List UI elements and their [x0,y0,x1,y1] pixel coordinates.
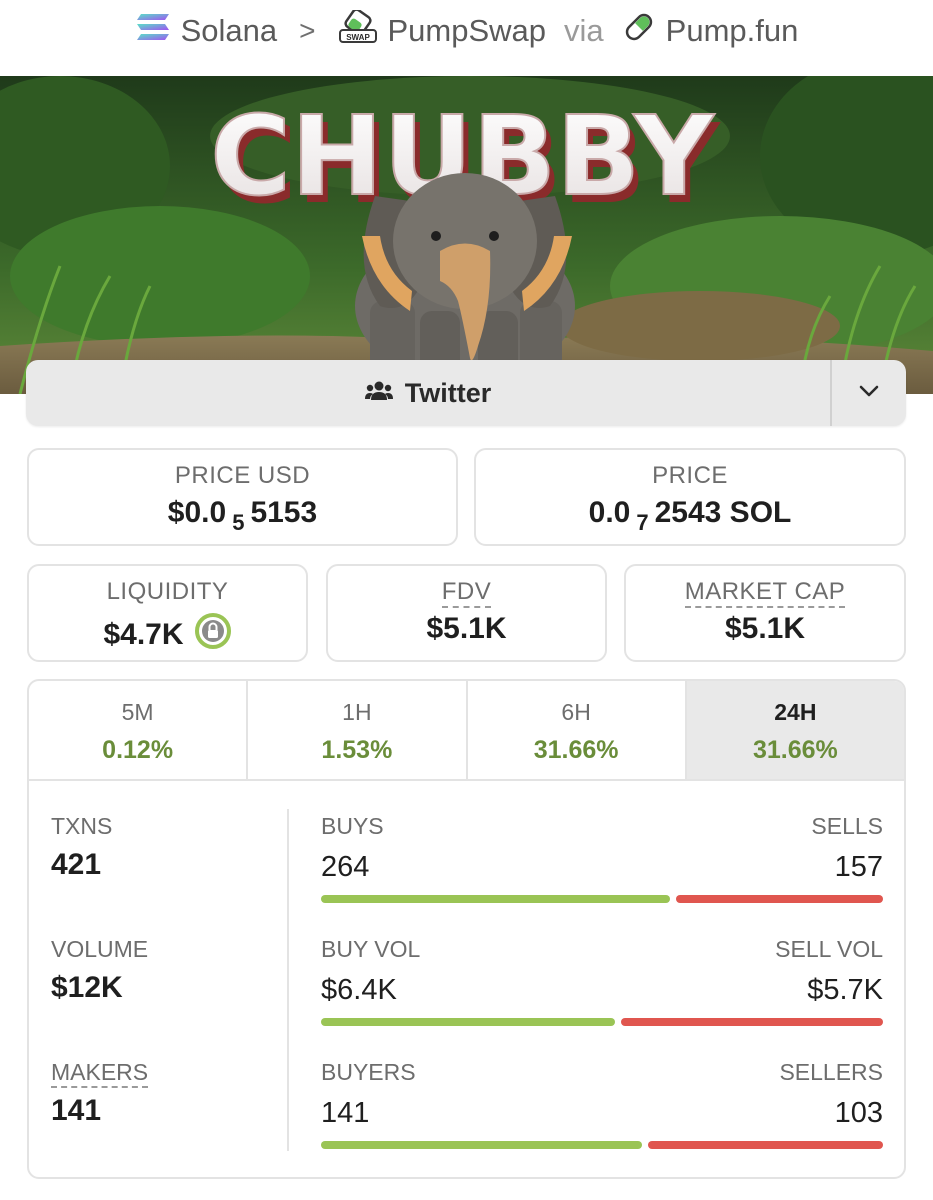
buyers-value: 141 [321,1097,370,1129]
tab-24h-change: 31.66% [752,736,838,764]
fdv-value: $5.1K [426,612,507,645]
solana-logo-icon [135,12,171,50]
buyers-bar-fill [321,1141,642,1149]
buy-sell-volume-bar [321,1018,883,1026]
liquidity-value-row: $4.7K [29,612,306,658]
price-native-prefix: 0.0 [588,496,631,529]
social-more-dropdown[interactable] [830,360,906,426]
tab-6h[interactable]: 6H 31.66% [468,681,687,779]
twitter-button[interactable]: Twitter [26,360,830,426]
sells-label: SELLS [811,813,883,839]
social-links-bar: Twitter [26,360,906,426]
breadcrumb: Solana > SWAP PumpSwap via Pump.fun [0,0,933,62]
makers-stat: MAKERS 141 [51,1059,271,1128]
market-cap-label-wrap: MARKET CAP [626,578,904,608]
price-usd-zero-count: 5 [232,510,245,535]
sell-vol-value: $5.7K [807,974,883,1006]
tab-5m-change: 0.12% [102,736,174,764]
twitter-button-label: Twitter [404,377,492,408]
liquidity-label: LIQUIDITY [106,578,229,605]
sells-bar-fill [676,895,883,903]
stats-card: 5M 0.12% 1H 1.53% 6H 31.66% 24H 31.66% T… [27,679,906,1179]
price-usd-label: PRICE USD [174,462,311,489]
buyers-sellers-row: BUYERS SELLERS 141 103 [321,1059,883,1159]
sell-vol-bar-fill [621,1018,883,1026]
tab-6h-change: 31.66% [533,736,619,764]
breadcrumb-separator: > [299,15,316,46]
txns-stat: TXNS 421 [51,813,271,882]
stats-divider [287,809,289,1151]
volume-label: VOLUME [51,936,149,962]
makers-label[interactable]: MAKERS [51,1059,149,1088]
sellers-bar-fill [648,1141,883,1149]
sell-vol-label: SELL VOL [775,936,883,962]
buys-value: 264 [321,851,370,883]
buy-vol-value: $6.4K [321,974,397,1006]
breadcrumb-dex[interactable]: PumpSwap [388,13,547,49]
tab-24h[interactable]: 24H 31.66% [686,681,904,779]
community-icon [364,378,393,409]
tab-1h[interactable]: 1H 1.53% [248,681,468,779]
price-native-digits: 2543 SOL [654,496,792,529]
tab-1h-label: 1H [342,699,372,725]
price-native-box: PRICE 0.0 7 2543 SOL [474,448,906,546]
buy-vol-label: BUY VOL [321,936,421,962]
token-banner-image: CHUBBY CHUBBY [0,76,933,394]
price-native-label: PRICE [652,462,728,489]
buys-label: BUYS [321,813,384,839]
pumpswap-logo-text: SWAP [346,33,370,42]
txns-value: 421 [51,848,102,881]
makers-value: 141 [51,1094,102,1127]
txns-label: TXNS [51,813,113,839]
makers-label-wrap: MAKERS [51,1059,271,1088]
market-cap-label[interactable]: MARKET CAP [684,578,846,608]
buy-sell-volume-row: BUY VOL SELL VOL $6.4K $5.7K [321,936,883,1036]
price-usd-prefix: $0.0 [167,496,227,529]
timeframe-tabs: 5M 0.12% 1H 1.53% 6H 31.66% 24H 31.66% [29,681,904,781]
buys-sells-bar [321,895,883,903]
tab-1h-change: 1.53% [321,736,393,764]
market-cap-box: MARKET CAP $5.1K [624,564,906,662]
lock-icon[interactable] [194,612,232,658]
buyers-label: BUYERS [321,1059,416,1085]
buyers-sellers-bar [321,1141,883,1149]
price-native-zero-count: 7 [636,510,649,535]
volume-stat: VOLUME $12K [51,936,271,1005]
tab-5m[interactable]: 5M 0.12% [29,681,249,779]
chevron-down-icon [859,384,879,402]
fdv-label-wrap: FDV [328,578,605,608]
volume-value: $12K [51,971,123,1004]
sellers-label: SELLERS [779,1059,883,1085]
pumpfun-pill-icon [622,10,656,52]
liquidity-value: $4.7K [103,618,184,651]
sells-value: 157 [834,851,883,883]
elephant-illustration [355,173,575,381]
buys-sells-row: BUYS SELLS 264 157 [321,813,883,913]
breadcrumb-chain[interactable]: Solana [181,13,278,49]
price-usd-value: $0.0 5 5153 [29,496,456,535]
stats-rows: TXNS 421 VOLUME $12K MAKERS 141 BUYS SEL… [29,781,904,1177]
sellers-value: 103 [834,1097,883,1129]
tab-24h-label: 24H [774,699,817,725]
tab-5m-label: 5M [121,699,154,725]
breadcrumb-via: via [564,13,604,48]
buys-bar-fill [321,895,670,903]
fdv-label[interactable]: FDV [441,578,492,608]
market-cap-value: $5.1K [724,612,806,645]
liquidity-box: LIQUIDITY $4.7K [27,564,308,662]
fdv-box: FDV $5.1K [326,564,607,662]
price-native-value: 0.0 7 2543 SOL [476,496,904,535]
price-usd-box: PRICE USD $0.0 5 5153 [27,448,458,546]
price-usd-digits: 5153 [250,496,318,529]
tab-6h-label: 6H [561,699,591,725]
buy-vol-bar-fill [321,1018,615,1026]
pumpswap-logo-icon: SWAP [338,8,378,52]
breadcrumb-launchpad[interactable]: Pump.fun [666,13,799,49]
